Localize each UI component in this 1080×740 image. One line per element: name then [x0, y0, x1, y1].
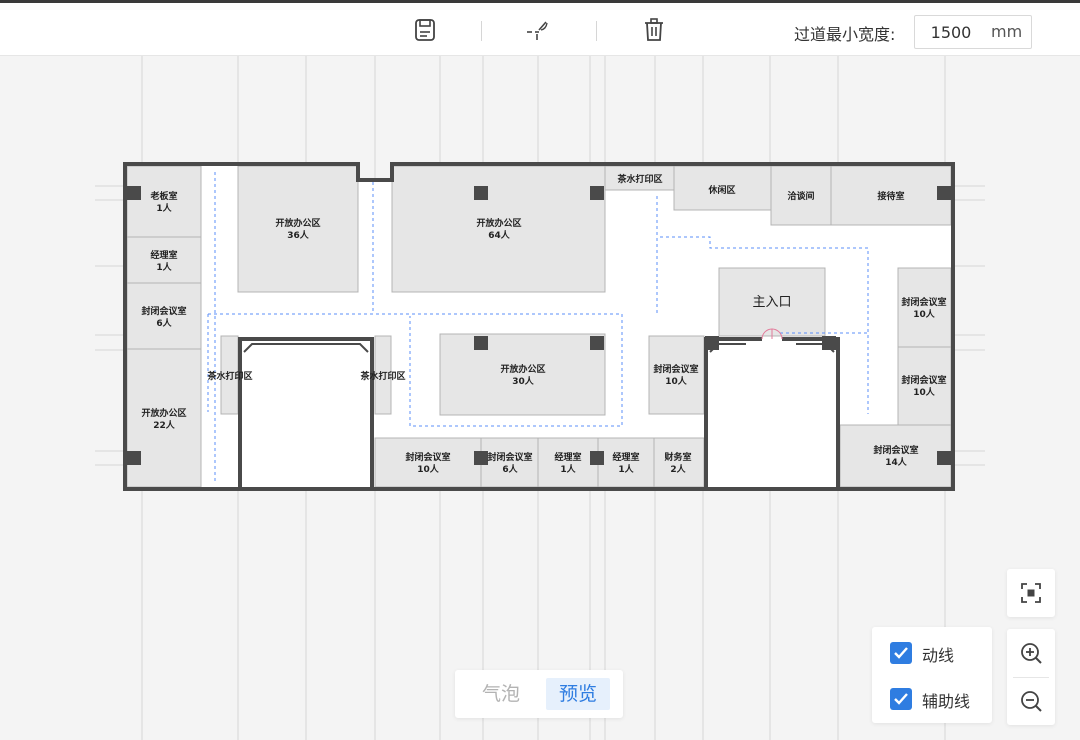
room-label-count: 2人	[670, 463, 686, 475]
room-label-count: 6人	[502, 463, 518, 475]
layer-toggle-panel: 动线 辅助线	[872, 627, 992, 723]
room-label-name: 主入口	[752, 295, 791, 310]
trash-icon[interactable]	[641, 17, 667, 43]
room-label-name: 封闭会议室	[901, 296, 946, 308]
room-label-name: 经理室	[150, 249, 177, 261]
min-corridor-input[interactable]	[915, 16, 987, 48]
room-label-name: 茶水打印区	[359, 370, 405, 382]
room-label-count: 1人	[560, 463, 576, 475]
fit-view-icon	[1021, 583, 1041, 603]
toggle-guides[interactable]: 辅助线	[890, 686, 990, 711]
zoom-out-icon	[1021, 691, 1042, 712]
room-label-count: 14人	[885, 456, 908, 468]
save-icon[interactable]	[412, 17, 438, 43]
room-label-count: 1人	[618, 463, 634, 475]
toolbar-divider	[596, 21, 597, 41]
room-label-name: 封闭会议室	[487, 451, 532, 463]
zoom-controls	[1007, 629, 1055, 725]
room-label-count: 6人	[156, 317, 172, 329]
min-corridor-unit: mm	[991, 22, 1023, 41]
top-toolbar: 过道最小宽度: mm	[0, 0, 1080, 56]
fit-view-button[interactable]	[1007, 569, 1055, 617]
room-label-name: 封闭会议室	[141, 305, 186, 317]
toggle-label: 动线	[922, 646, 955, 665]
room-label-name: 开放办公区	[275, 217, 320, 229]
room-open-64[interactable]	[391, 165, 606, 293]
room-label-count: 10人	[913, 308, 936, 320]
toggle-circulation[interactable]: 动线	[890, 640, 990, 665]
room-label-name: 封闭会议室	[653, 363, 698, 375]
room-label-count: 1人	[156, 261, 172, 273]
room-label-name: 开放办公区	[141, 407, 186, 419]
room-label-count: 10人	[417, 463, 440, 475]
room-meeting-14[interactable]	[839, 424, 952, 488]
room-label-name: 茶水打印区	[616, 173, 662, 185]
min-corridor-label: 过道最小宽度:	[794, 25, 896, 44]
toolbar-divider	[481, 21, 482, 41]
room-label-count: 1人	[156, 202, 172, 214]
room-label-name: 封闭会议室	[873, 444, 918, 456]
room-label-name: 财务室	[663, 451, 691, 463]
room-open-36[interactable]	[237, 165, 359, 293]
room-label-name: 茶水打印区	[206, 370, 252, 382]
room-label-name: 洽谈间	[787, 190, 814, 202]
mode-bubble-button[interactable]: 气泡	[469, 678, 533, 710]
view-mode-switch: 气泡 预览	[455, 670, 623, 718]
room-label-name: 接待室	[877, 190, 904, 202]
toggle-label: 辅助线	[922, 692, 971, 711]
checkbox-checked-icon[interactable]	[890, 642, 912, 664]
room-label-name: 经理室	[554, 451, 581, 463]
room-label-count: 30人	[512, 375, 535, 387]
room-label-name: 休闲区	[707, 184, 735, 196]
room-label-name: 老板室	[149, 190, 177, 202]
zoom-in-icon	[1021, 643, 1042, 664]
room-label-name: 开放办公区	[500, 363, 545, 375]
room-label-name: 经理室	[612, 451, 639, 463]
zoom-out-button[interactable]	[1007, 677, 1055, 725]
room-label-name: 封闭会议室	[405, 451, 450, 463]
mode-preview-button[interactable]: 预览	[546, 678, 610, 710]
room-label-name: 封闭会议室	[901, 374, 946, 386]
room-label-count: 22人	[153, 419, 176, 431]
room-label-count: 10人	[913, 386, 936, 398]
room-label-count: 10人	[665, 375, 688, 387]
auto-layout-icon[interactable]	[524, 17, 550, 43]
zoom-in-button[interactable]	[1007, 629, 1055, 677]
room-label-count: 64人	[488, 229, 511, 241]
room-meeting-10-r2[interactable]	[897, 346, 952, 426]
checkbox-checked-icon[interactable]	[890, 688, 912, 710]
room-label-name: 开放办公区	[476, 217, 521, 229]
min-corridor-box: mm	[914, 15, 1032, 49]
room-label-count: 36人	[287, 229, 310, 241]
room-meeting-10-mid[interactable]	[648, 335, 705, 415]
